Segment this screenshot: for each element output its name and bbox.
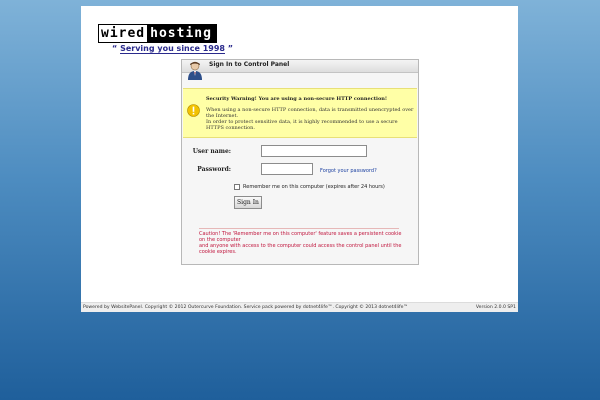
logo-word-wired: wired: [99, 25, 148, 42]
warning-title: Security Warning! You are using a non-se…: [206, 96, 388, 102]
password-label: Password:: [197, 166, 231, 173]
caution-line-1: Caution! The 'Remember me on this comput…: [199, 231, 402, 243]
sign-in-button[interactable]: Sign In: [234, 196, 262, 209]
page-container: wired hosting “ Serving you since 1998 ”…: [81, 6, 518, 311]
password-input[interactable]: [261, 163, 313, 175]
username-label: User name:: [192, 148, 231, 155]
footer: Powered by WebsitePanel. Copyright © 201…: [81, 302, 518, 312]
footer-copyright: Powered by WebsitePanel. Copyright © 201…: [83, 305, 409, 310]
remember-me-checkbox[interactable]: [234, 184, 240, 190]
logo-wordmark: wired hosting: [98, 24, 217, 43]
tagline-open-quote: “: [112, 44, 118, 53]
panel-header: Sign In to Control Panel: [182, 60, 418, 80]
warning-line-2: In order to protect sensitive data, it i…: [206, 119, 398, 131]
divider: [199, 228, 399, 229]
username-input[interactable]: [261, 145, 367, 157]
login-panel: Sign In to Control Panel Security Warnin…: [181, 59, 419, 265]
logo-word-hosting: hosting: [147, 25, 216, 42]
tagline-text: Serving you since 1998: [120, 44, 225, 54]
logo: wired hosting “ Serving you since 1998 ”: [98, 24, 233, 54]
logo-tagline: “ Serving you since 1998 ”: [112, 44, 234, 54]
footer-version: Version 2.0.0 SP1: [475, 305, 516, 310]
panel-title: Sign In to Control Panel: [209, 61, 290, 68]
caution-text: Caution! The 'Remember me on this comput…: [199, 231, 404, 255]
warning-line-1: When using a non-secure HTTP connection,…: [206, 107, 414, 119]
caution-line-2: and anyone with access to the computer c…: [199, 243, 402, 255]
tagline-close-quote: ”: [227, 44, 234, 53]
warning-icon: [187, 104, 200, 117]
security-warning: Security Warning! You are using a non-se…: [183, 88, 417, 138]
forgot-password-link[interactable]: Forgot your password?: [320, 168, 377, 174]
user-avatar-icon: [188, 61, 202, 80]
warning-text: When using a non-secure HTTP connection,…: [206, 107, 414, 131]
remember-me-label: Remember me on this computer (expires af…: [243, 184, 385, 190]
remember-me[interactable]: Remember me on this computer (expires af…: [234, 184, 385, 190]
